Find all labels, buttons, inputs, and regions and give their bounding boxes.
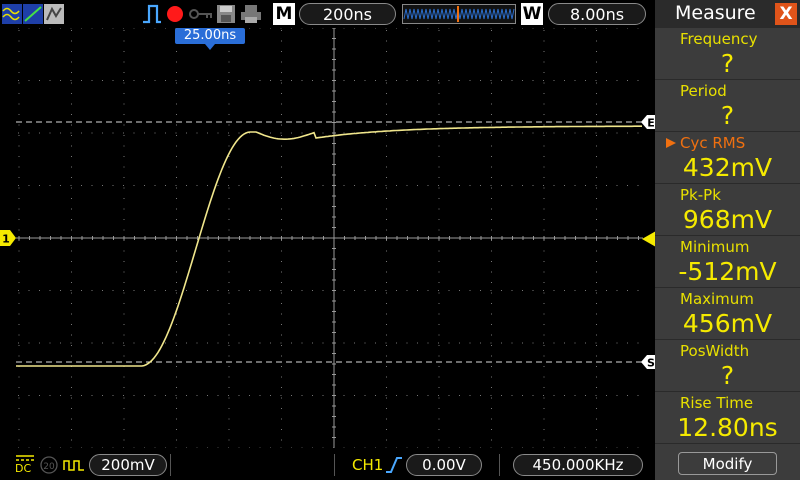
trigger-level-marker[interactable] [642,231,656,247]
measure-item-value: 432mV [682,153,773,182]
dc-coupling-icon [16,455,34,461]
volts-per-div-display[interactable]: 200mV [89,454,167,476]
measure-item[interactable]: Cyc RMS 432mV [655,132,800,184]
measure-item-label: Rise Time [680,394,754,412]
rising-edge-icon[interactable] [385,456,403,474]
measure-item[interactable]: Minimum -512mV [655,236,800,288]
coupling-label: DC [15,462,32,475]
channel1-marker-label: 1 [2,233,10,246]
measure-item-value: 968mV [682,205,773,234]
probe-icon [63,460,84,471]
measure-item-label: Minimum [680,238,750,256]
coupling-indicator[interactable]: DC [14,454,36,475]
measure-item-value: 12.80ns [677,413,778,442]
window-timebase-display[interactable]: 8.00ns [548,3,646,25]
trigger-channel-label: CH1 [352,456,384,474]
measure-item[interactable]: Pk-Pk 968mV [655,184,800,236]
window-timebase-label: W [521,3,543,25]
trigger-position-tag[interactable]: 25.00ns [175,28,245,44]
measure-item[interactable]: PosWidth? [655,340,800,392]
close-button[interactable]: X [775,3,797,25]
memory-depth-bar [402,4,516,24]
bottom-divider-mid [334,454,335,476]
measure-item-value: ? [720,361,735,390]
waveform-display[interactable] [16,28,643,448]
measure-item[interactable]: Period? [655,80,800,132]
bottom-bar: DC 20 200mV CH1 0.00V 450.000KHz [0,450,655,480]
measure-item-value: 456mV [682,309,773,338]
measure-item-label: PosWidth [680,342,750,360]
measure-item-label: Maximum [680,290,754,308]
trigger-level-display[interactable]: 0.00V [406,454,482,476]
selected-arrow-icon [666,138,676,148]
measure-item-value: ? [720,49,735,78]
measure-panel-title: Measure [675,2,756,24]
run-stop-icon[interactable] [165,4,185,24]
measure-item-label: Cyc RMS [680,134,746,152]
frequency-counter-display: 450.000KHz [513,454,643,476]
measure-item-label: Pk-Pk [680,186,721,204]
cursor-e-label: E [647,117,655,130]
bottom-divider-left [170,454,171,476]
top-bar: M 200ns W 8.00ns [0,0,655,28]
bandwidth-limit-icon[interactable]: 20 [40,456,58,474]
measure-item-value: ? [720,101,735,130]
measure-panel: Measure X Frequency? Period? Cyc RMS 432mV P… [655,0,800,480]
modify-button[interactable]: Modify [678,452,777,475]
channel1-marker[interactable]: 1 [0,230,16,246]
display-mode-icons[interactable] [2,4,64,24]
measure-item-separator [655,443,800,444]
print-icon[interactable] [240,4,262,24]
measure-item-value: -512mV [678,257,777,286]
bottom-divider-right [499,454,500,476]
measure-item-label: Period [680,82,727,100]
measure-item[interactable]: Rise Time 12.80ns [655,392,800,444]
timebase-display[interactable]: 200ns [299,3,396,25]
save-icon[interactable] [216,4,236,24]
measure-item[interactable]: Frequency? [655,28,800,80]
trigger-position-arrow [205,44,215,50]
trigger-edge-icon[interactable] [141,4,163,24]
main-timebase-label: M [273,3,295,25]
key-icon [189,9,212,19]
bandwidth-limit-label: 20 [43,462,55,472]
cursor-s-label: S [647,357,655,370]
measure-panel-header: Measure X [655,0,800,28]
measure-item[interactable]: Maximum 456mV [655,288,800,340]
measure-item-label: Frequency [680,30,758,48]
